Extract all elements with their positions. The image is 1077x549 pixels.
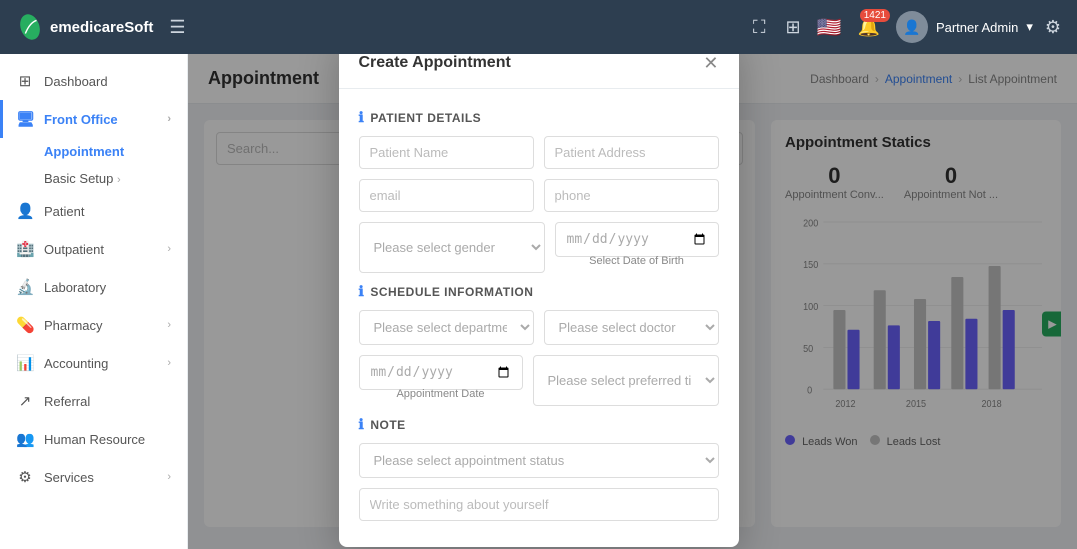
phone-input[interactable] — [544, 179, 719, 212]
date-time-row: Appointment Date Please select preferred… — [359, 355, 719, 406]
fullscreen-icon[interactable]: ⛶ — [749, 13, 770, 42]
chevron-icon: › — [167, 471, 171, 483]
laboratory-icon: 🔬 — [16, 278, 34, 296]
close-button[interactable]: ✕ — [703, 54, 718, 72]
appt-date-hint: Appointment Date — [359, 388, 523, 400]
chevron-icon: › — [167, 113, 171, 125]
doctor-select[interactable]: Please select doctor — [544, 310, 719, 345]
section2-label: SCHEDULE INFORMATION — [370, 285, 533, 299]
notification-wrap[interactable]: 🔔 1421 — [854, 13, 884, 42]
preferred-time-select[interactable]: Please select preferred time — [533, 355, 719, 406]
user-label: Partner Admin — [936, 20, 1018, 35]
department-select[interactable]: Please select department — [359, 310, 534, 345]
settings-icon[interactable]: ⚙ — [1045, 17, 1061, 38]
dob-hint: Select Date of Birth — [555, 255, 719, 267]
appointment-date-input[interactable] — [359, 355, 523, 390]
appt-status-row: Please select appointment status — [359, 443, 719, 478]
sidebar-item-label: Pharmacy — [44, 318, 103, 333]
main-content: Appointment Dashboard › Appointment › Li… — [188, 54, 1077, 549]
patient-icon: 👤 — [16, 202, 34, 220]
sidebar-item-referral[interactable]: ↗ Referral — [0, 382, 187, 420]
front-office-icon: 🖥 — [16, 110, 34, 128]
outpatient-icon: 🏥 — [16, 240, 34, 258]
note-header: ℹ NOTE — [359, 416, 719, 433]
logo-icon — [16, 13, 44, 41]
notification-badge: 1421 — [860, 9, 890, 22]
user-dropdown-arrow: ▾ — [1026, 19, 1033, 35]
info-icon2: ℹ — [359, 283, 365, 300]
sidebar-item-dashboard[interactable]: ⊞ Dashboard — [0, 62, 187, 100]
sidebar-item-label: Outpatient — [44, 242, 104, 257]
section1-label: PATIENT DETAILS — [370, 111, 481, 125]
sidebar-sub-label: Appointment — [44, 144, 124, 159]
sidebar-sub-appointment[interactable]: Appointment — [0, 138, 187, 165]
modal-overlay: Create Appointment ✕ ℹ PATIENT DETAILS — [188, 54, 1077, 549]
chevron-icon: › — [167, 357, 171, 369]
avatar: 👤 — [896, 11, 928, 43]
section3-label: NOTE — [370, 418, 405, 432]
chevron-icon: › — [117, 174, 121, 186]
info-icon: ℹ — [359, 109, 365, 126]
flag-icon[interactable]: 🇺🇸 — [817, 15, 842, 40]
patient-details-header: ℹ PATIENT DETAILS — [359, 109, 719, 126]
sidebar-item-laboratory[interactable]: 🔬 Laboratory — [0, 268, 187, 306]
modal-header: Create Appointment ✕ — [339, 54, 739, 89]
sidebar-item-pharmacy[interactable]: 💊 Pharmacy › — [0, 306, 187, 344]
sidebar-item-label: Referral — [44, 394, 90, 409]
sidebar: ⊞ Dashboard 🖥 Front Office › Appointment… — [0, 54, 188, 549]
note-row — [359, 488, 719, 521]
user-menu[interactable]: 👤 Partner Admin ▾ — [896, 11, 1033, 43]
logo-text: emedicareSoft — [50, 19, 153, 36]
patient-address-input[interactable] — [544, 136, 719, 169]
sidebar-sub-label: Basic Setup — [44, 171, 113, 186]
pharmacy-icon: 💊 — [16, 316, 34, 334]
gender-dob-row: Please select gender Male Female Select … — [359, 222, 719, 273]
sidebar-item-label: Patient — [44, 204, 84, 219]
schedule-info-header: ℹ SCHEDULE INFORMATION — [359, 283, 719, 300]
top-navigation: emedicareSoft ☰ ⛶ ⊞ 🇺🇸 🔔 1421 👤 Partner … — [0, 0, 1077, 54]
sidebar-item-patient[interactable]: 👤 Patient — [0, 192, 187, 230]
referral-icon: ↗ — [16, 392, 34, 410]
dept-doctor-row: Please select department Please select d… — [359, 310, 719, 345]
modal-title: Create Appointment — [359, 54, 511, 72]
sidebar-item-label: Laboratory — [44, 280, 106, 295]
dob-input[interactable] — [555, 222, 719, 257]
grid-icon[interactable]: ⊞ — [782, 13, 805, 42]
hamburger-icon[interactable]: ☰ — [165, 13, 189, 42]
dashboard-icon: ⊞ — [16, 72, 34, 90]
sidebar-item-human-resource[interactable]: 👥 Human Resource — [0, 420, 187, 458]
sidebar-item-label: Accounting — [44, 356, 108, 371]
sidebar-item-label: Human Resource — [44, 432, 145, 447]
chevron-icon: › — [167, 243, 171, 255]
modal-body: ℹ PATIENT DETAILS Please select gender — [339, 89, 739, 547]
sidebar-item-accounting[interactable]: 📊 Accounting › — [0, 344, 187, 382]
accounting-icon: 📊 — [16, 354, 34, 372]
logo[interactable]: emedicareSoft — [16, 13, 153, 41]
sidebar-item-label: Services — [44, 470, 94, 485]
patient-name-input[interactable] — [359, 136, 534, 169]
sidebar-item-front-office[interactable]: 🖥 Front Office › — [0, 100, 187, 138]
email-input[interactable] — [359, 179, 534, 212]
sidebar-sub-basic-setup[interactable]: Basic Setup › — [0, 165, 187, 192]
note-input[interactable] — [359, 488, 719, 521]
hr-icon: 👥 — [16, 430, 34, 448]
patient-name-address-row — [359, 136, 719, 169]
email-phone-row — [359, 179, 719, 212]
sidebar-item-outpatient[interactable]: 🏥 Outpatient › — [0, 230, 187, 268]
sidebar-item-label: Front Office — [44, 112, 118, 127]
services-icon: ⚙ — [16, 468, 34, 486]
sidebar-item-label: Dashboard — [44, 74, 108, 89]
appointment-status-select[interactable]: Please select appointment status — [359, 443, 719, 478]
create-appointment-modal: Create Appointment ✕ ℹ PATIENT DETAILS — [339, 54, 739, 547]
gender-select[interactable]: Please select gender Male Female — [359, 222, 545, 273]
info-icon3: ℹ — [359, 416, 365, 433]
layout: ⊞ Dashboard 🖥 Front Office › Appointment… — [0, 54, 1077, 549]
sidebar-item-services[interactable]: ⚙ Services › — [0, 458, 187, 496]
chevron-icon: › — [167, 319, 171, 331]
